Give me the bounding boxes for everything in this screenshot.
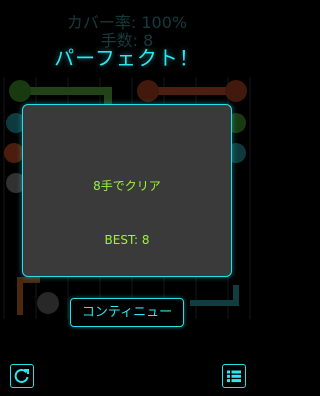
- restart-button[interactable]: [10, 364, 34, 388]
- list-menu-icon: [227, 370, 241, 383]
- moves-result-text: 8手でクリア: [93, 179, 161, 193]
- result-title: パーフェクト！: [54, 46, 200, 70]
- restart-icon: [14, 368, 29, 383]
- result-dialog: 8手でクリア BEST: 8: [22, 104, 232, 277]
- continue-button[interactable]: コンティニュー: [70, 298, 184, 327]
- best-score-text: BEST: 8: [104, 233, 150, 247]
- menu-button[interactable]: [222, 364, 246, 388]
